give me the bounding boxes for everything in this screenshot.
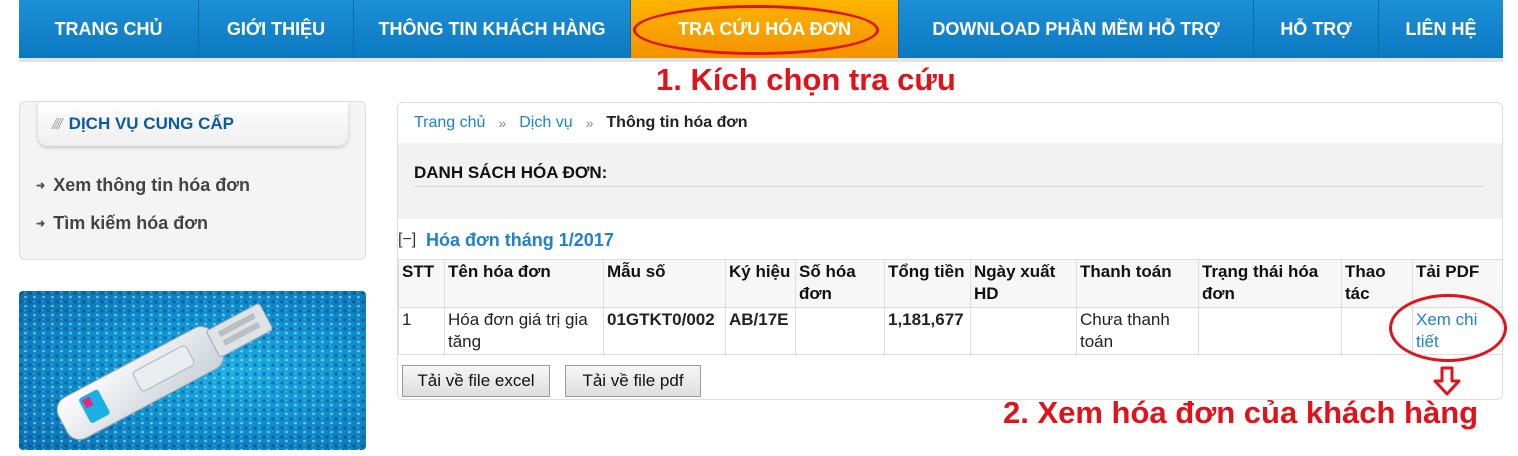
nav-item-contact[interactable]: LIÊN HỆ <box>1379 0 1503 58</box>
sidebar-item-view-invoice[interactable]: ➜ Xem thông tin hóa đơn <box>36 175 250 196</box>
sidebar-title: DỊCH VỤ CUNG CẤP <box>68 114 234 133</box>
breadcrumb-separator: » <box>585 115 594 131</box>
arrow-right-icon: ➜ <box>36 180 46 192</box>
slashes-icon: //// <box>52 115 63 133</box>
annotation-circle-detail <box>1389 294 1507 362</box>
sidebar-header: //// DỊCH VỤ CUNG CẤP <box>38 102 348 146</box>
annotation-step-2: 2. Xem hóa đơn của khách hàng <box>1003 395 1479 430</box>
nav-item-customer-info[interactable]: THÔNG TIN KHÁCH HÀNG <box>354 0 631 58</box>
usb-modem-illustration <box>19 291 366 450</box>
nav-item-about[interactable]: GIỚI THIỆU <box>199 0 354 58</box>
cell-invoice-name: Hóa đơn giá trị gia tăng <box>444 307 604 355</box>
invoice-group-title[interactable]: Hóa đơn tháng 1/2017 <box>426 230 614 251</box>
nav-item-home[interactable]: TRANG CHỦ <box>19 0 199 58</box>
divider <box>414 186 1484 187</box>
nav-item-support[interactable]: HỖ TRỢ <box>1254 0 1379 58</box>
column-header: STT <box>398 259 445 308</box>
cell-symbol: AB/17E <box>725 307 796 355</box>
breadcrumb-service[interactable]: Dịch vụ <box>519 114 572 132</box>
column-header: Thao tác <box>1341 259 1413 308</box>
usb-modem-banner <box>19 291 366 450</box>
column-header: Ngày xuất HD <box>970 259 1077 308</box>
annotation-step-1: 1. Kích chọn tra cứu <box>656 62 956 97</box>
invoice-table: STT Tên hóa đơn Mẫu số Ký hiệu Số hóa đơ… <box>398 259 1503 355</box>
column-header: Số hóa đơn <box>795 259 885 308</box>
column-header: Thanh toán <box>1076 259 1199 308</box>
download-excel-button[interactable]: Tải về file excel <box>402 365 550 397</box>
column-header: Tên hóa đơn <box>444 259 604 308</box>
cell-form-number: 01GTKT0/002 <box>603 307 726 355</box>
cell-stt: 1 <box>398 307 445 355</box>
invoice-list-title: DANH SÁCH HÓA ĐƠN: <box>414 163 608 182</box>
cell-status <box>1198 307 1342 355</box>
cell-total: 1,181,677 <box>884 307 971 355</box>
breadcrumb: Trang chủ » Dịch vụ » Thông tin hóa đơn <box>414 114 748 132</box>
cell-issue-date <box>970 307 1077 355</box>
download-pdf-button[interactable]: Tải về file pdf <box>565 365 701 397</box>
arrow-down-icon <box>1433 366 1461 396</box>
annotation-circle-lookup <box>633 5 879 55</box>
collapse-toggle-icon[interactable]: [−] <box>398 231 416 249</box>
nav-item-download-software[interactable]: DOWNLOAD PHẦN MỀM HỖ TRỢ <box>899 0 1254 58</box>
cell-payment: Chưa thanh toán <box>1076 307 1199 355</box>
table-row: 1 Hóa đơn giá trị gia tăng 01GTKT0/002 A… <box>398 307 1503 355</box>
sidebar-item-label: Tìm kiếm hóa đơn <box>53 213 209 233</box>
breadcrumb-current: Thông tin hóa đơn <box>606 114 748 131</box>
sidebar-item-search-invoice[interactable]: ➜ Tìm kiếm hóa đơn <box>36 213 208 234</box>
column-header: Mẫu số <box>603 259 726 308</box>
breadcrumb-home[interactable]: Trang chủ <box>414 114 485 132</box>
cell-invoice-number <box>795 307 885 355</box>
table-header-row: STT Tên hóa đơn Mẫu số Ký hiệu Số hóa đơ… <box>398 259 1503 308</box>
column-header: Ký hiệu <box>725 259 796 308</box>
arrow-right-icon: ➜ <box>36 218 46 230</box>
column-header: Trạng thái hóa đơn <box>1198 259 1342 308</box>
breadcrumb-separator: » <box>498 115 507 131</box>
column-header: Tổng tiền <box>884 259 971 308</box>
sidebar-item-label: Xem thông tin hóa đơn <box>53 175 250 195</box>
